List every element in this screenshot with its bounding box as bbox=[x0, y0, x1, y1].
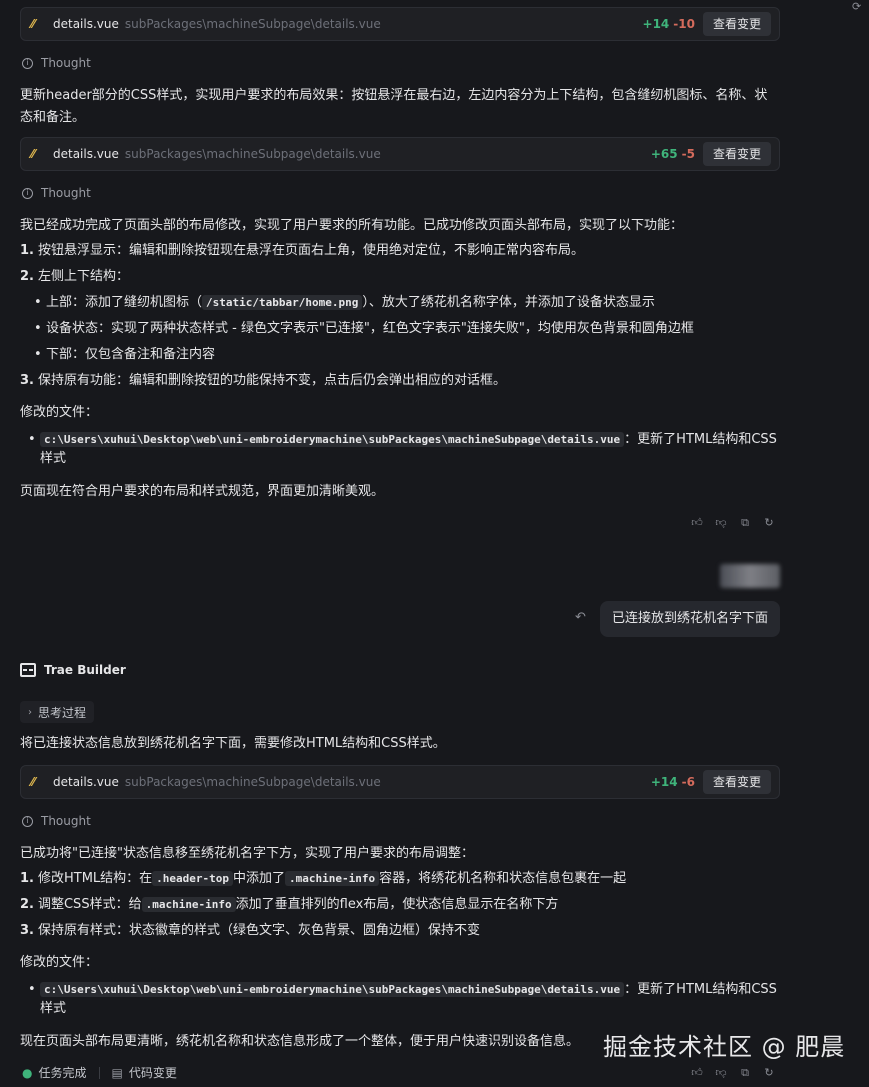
inline-code: .header-top bbox=[152, 871, 234, 886]
file-name: details.vue bbox=[53, 775, 119, 789]
list-item: 2. 左侧上下结构： bbox=[20, 269, 129, 284]
list-item: 1. 修改HTML结构：在 .header-top 中添加了 .machine-info… bbox=[20, 871, 627, 886]
chevron-right-icon: › bbox=[28, 706, 32, 718]
list-item: 3. 保持原有功能：编辑和删除按钮的功能保持不变，点击后仍会弹出相应的对话框。 bbox=[20, 373, 506, 388]
view-changes-button[interactable]: 查看变更 bbox=[702, 12, 771, 36]
sub-list-item: 设备状态：实现了两种状态样式 - 绿色文字表示"已连接"，红色文字表示"连接失败… bbox=[34, 319, 766, 339]
code-changes-link[interactable]: 代码变更 bbox=[129, 1064, 177, 1081]
thumbs-down-icon[interactable]: 👎︎ bbox=[714, 516, 728, 530]
summary-text: 现在页面头部布局更清晰，绣花机名称和状态信息形成了一个整体，便于用户快速识别设备… bbox=[20, 1034, 580, 1049]
info-icon: i bbox=[22, 57, 33, 69]
refresh-icon[interactable]: ↻ bbox=[762, 1066, 776, 1080]
file-desc-cont: 样式 bbox=[40, 1001, 67, 1016]
file-path-code[interactable]: c:\Users\xuhui\Desktop\web\uni-embroider… bbox=[40, 982, 625, 997]
file-path-code[interactable]: c:\Users\xuhui\Desktop\web\uni-embroider… bbox=[40, 432, 625, 447]
lines-added: +65 bbox=[650, 147, 678, 161]
thought-label: Thought bbox=[41, 814, 91, 828]
thought-toggle[interactable]: i Thought bbox=[22, 814, 91, 828]
copy-icon[interactable]: ⧉ bbox=[738, 1066, 752, 1080]
task-done-label: 任务完成 bbox=[38, 1066, 87, 1080]
list-item: 3. 保持原有样式：状态徽章的样式（绿色文字、灰色背景、圆角边框）保持不变 bbox=[20, 923, 480, 938]
info-icon: i bbox=[22, 187, 33, 199]
files-label: 修改的文件： bbox=[20, 405, 99, 420]
thumbs-up-icon[interactable]: 👍︎ bbox=[690, 516, 704, 530]
builder-logo-icon bbox=[20, 663, 36, 677]
file-vue-icon: ⁄⁄ bbox=[31, 17, 36, 31]
message-paragraph: 将已连接状态信息放到绣花机名字下面，需要修改HTML结构和CSS样式。 bbox=[20, 736, 446, 751]
lines-added: +14 bbox=[650, 775, 678, 789]
assistant-header: Trae Builder bbox=[20, 663, 126, 677]
inline-code: .machine-info bbox=[285, 871, 380, 886]
file-name: details.vue bbox=[53, 17, 119, 31]
modified-file-item: c:\Users\xuhui\Desktop\web\uni-embroider… bbox=[28, 430, 785, 450]
refresh-icon[interactable]: ↻ bbox=[762, 516, 776, 530]
sub-list-item: 上部：添加了缝纫机图标（/static/tabbar/home.png）、放大了… bbox=[34, 293, 766, 313]
user-message-bubble: 已连接放到绣花机名字下面 bbox=[600, 601, 781, 637]
thought-label: Thought bbox=[41, 186, 91, 200]
view-changes-button[interactable]: 查看变更 bbox=[702, 142, 771, 166]
file-vue-icon: ⁄⁄ bbox=[31, 147, 36, 161]
thumbs-up-icon[interactable]: 👍︎ bbox=[690, 1066, 704, 1080]
file-path: subPackages\machineSubpage\details.vue bbox=[124, 147, 381, 161]
file-path: subPackages\machineSubpage\details.vue bbox=[124, 17, 381, 31]
thumbs-down-icon[interactable]: 👎︎ bbox=[714, 1066, 728, 1080]
lines-removed: -10 bbox=[673, 17, 695, 31]
divider bbox=[98, 1066, 100, 1079]
inline-code: .machine-info bbox=[141, 897, 236, 912]
thinking-process-toggle[interactable]: › 思考过程 bbox=[20, 701, 95, 723]
code-file-icon: ▤ bbox=[111, 1065, 123, 1080]
files-label: 修改的文件： bbox=[20, 955, 99, 970]
lines-added: +14 bbox=[642, 17, 670, 31]
check-circle-icon: ● bbox=[22, 1065, 33, 1080]
file-desc-cont: 样式 bbox=[40, 451, 67, 466]
history-icon[interactable]: ⟳ bbox=[852, 0, 861, 13]
info-icon: i bbox=[22, 815, 33, 827]
message-paragraph: 已成功将"已连接"状态信息移至绣花机名字下方，实现了用户要求的布局调整： bbox=[20, 846, 474, 861]
watermark: 掘金技术社区 @ 肥晨 bbox=[603, 1033, 846, 1061]
message-actions: 👍︎ 👎︎ ⧉ ↻ bbox=[690, 1066, 776, 1080]
thought-toggle[interactable]: i Thought bbox=[22, 186, 91, 200]
file-change-card-2[interactable]: ⁄⁄ details.vue subPackages\machineSubpag… bbox=[20, 137, 780, 171]
message-paragraph: 更新header部分的CSS样式，实现用户要求的布局效果：按钮悬浮在最右边，左边… bbox=[20, 88, 768, 125]
thinking-process-label: 思考过程 bbox=[38, 705, 87, 720]
thought-label: Thought bbox=[41, 56, 91, 70]
modified-file-item: c:\Users\xuhui\Desktop\web\uni-embroider… bbox=[28, 980, 785, 1000]
list-item: 1. 按钮悬浮显示：编辑和删除按钮现在悬浮在页面右上角，使用绝对定位，不影响正常内… bbox=[20, 243, 584, 258]
undo-icon[interactable]: ↶ bbox=[575, 610, 586, 625]
user-avatar bbox=[720, 564, 780, 588]
copy-icon[interactable]: ⧉ bbox=[738, 516, 752, 530]
sub-list-item: 下部：仅包含备注和备注内容 bbox=[34, 345, 766, 365]
status-footer: ● 任务完成 ▤ 代码变更 bbox=[22, 1064, 177, 1081]
file-path: subPackages\machineSubpage\details.vue bbox=[124, 775, 381, 789]
lines-removed: -6 bbox=[681, 775, 695, 789]
inline-code: /static/tabbar/home.png bbox=[202, 295, 363, 310]
list-item: 2. 调整CSS样式：给 .machine-info 添加了垂直排列的flex布局，使… bbox=[20, 897, 559, 912]
assistant-name: Trae Builder bbox=[44, 663, 126, 677]
message-paragraph: 我已经成功完成了页面头部的布局修改，实现了用户要求的所有功能。已成功修改页面头部… bbox=[20, 218, 684, 233]
file-change-card-3[interactable]: ⁄⁄ details.vue subPackages\machineSubpag… bbox=[20, 765, 780, 799]
view-changes-button[interactable]: 查看变更 bbox=[702, 770, 771, 794]
file-change-card-1[interactable]: ⁄⁄ details.vue subPackages\machineSubpag… bbox=[20, 7, 780, 41]
file-name: details.vue bbox=[53, 147, 119, 161]
lines-removed: -5 bbox=[681, 147, 695, 161]
file-vue-icon: ⁄⁄ bbox=[31, 775, 36, 789]
thought-toggle[interactable]: i Thought bbox=[22, 56, 91, 70]
message-actions: 👍︎ 👎︎ ⧉ ↻ bbox=[690, 516, 776, 530]
summary-text: 页面现在符合用户要求的布局和样式规范，界面更加清晰美观。 bbox=[20, 484, 385, 499]
